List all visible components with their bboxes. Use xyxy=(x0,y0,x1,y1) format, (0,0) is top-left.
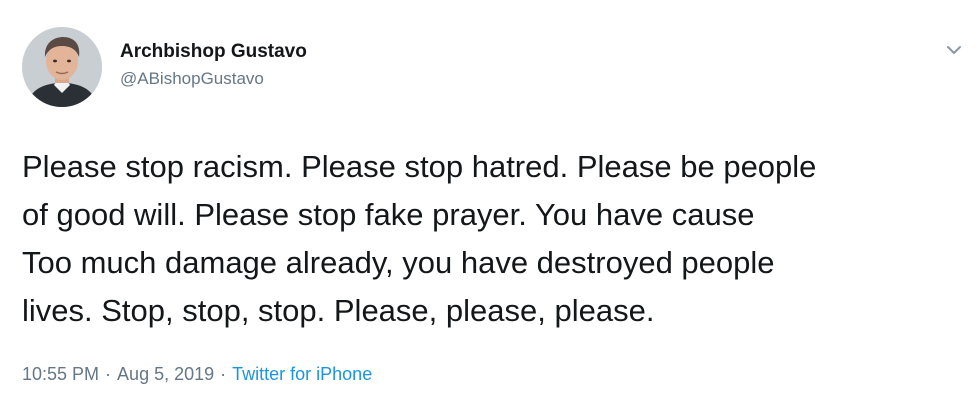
tweet-date[interactable]: Aug 5, 2019 xyxy=(117,364,214,384)
tweet-author[interactable]: Archbishop Gustavo @ABishopGustavo xyxy=(120,40,307,91)
tweet-metadata: 10:55 PM · Aug 5, 2019 · Twitter for iPhone xyxy=(22,362,372,386)
avatar-photo-icon xyxy=(22,27,102,107)
tweet-card: Archbishop Gustavo @ABishopGustavo Pleas… xyxy=(0,0,980,404)
avatar[interactable] xyxy=(22,27,102,107)
tweet-time[interactable]: 10:55 PM xyxy=(22,364,99,384)
tweet-text: Please stop racism. Please stop hatred. … xyxy=(22,149,817,328)
chevron-down-icon xyxy=(947,46,961,54)
display-name[interactable]: Archbishop Gustavo xyxy=(120,40,307,64)
user-handle[interactable]: @ABishopGustavo xyxy=(120,67,307,91)
separator-dot: · xyxy=(105,364,112,384)
separator-dot: · xyxy=(220,364,227,384)
tweet-source-link[interactable]: Twitter for iPhone xyxy=(232,364,372,384)
tweet-menu-button[interactable] xyxy=(942,38,966,62)
